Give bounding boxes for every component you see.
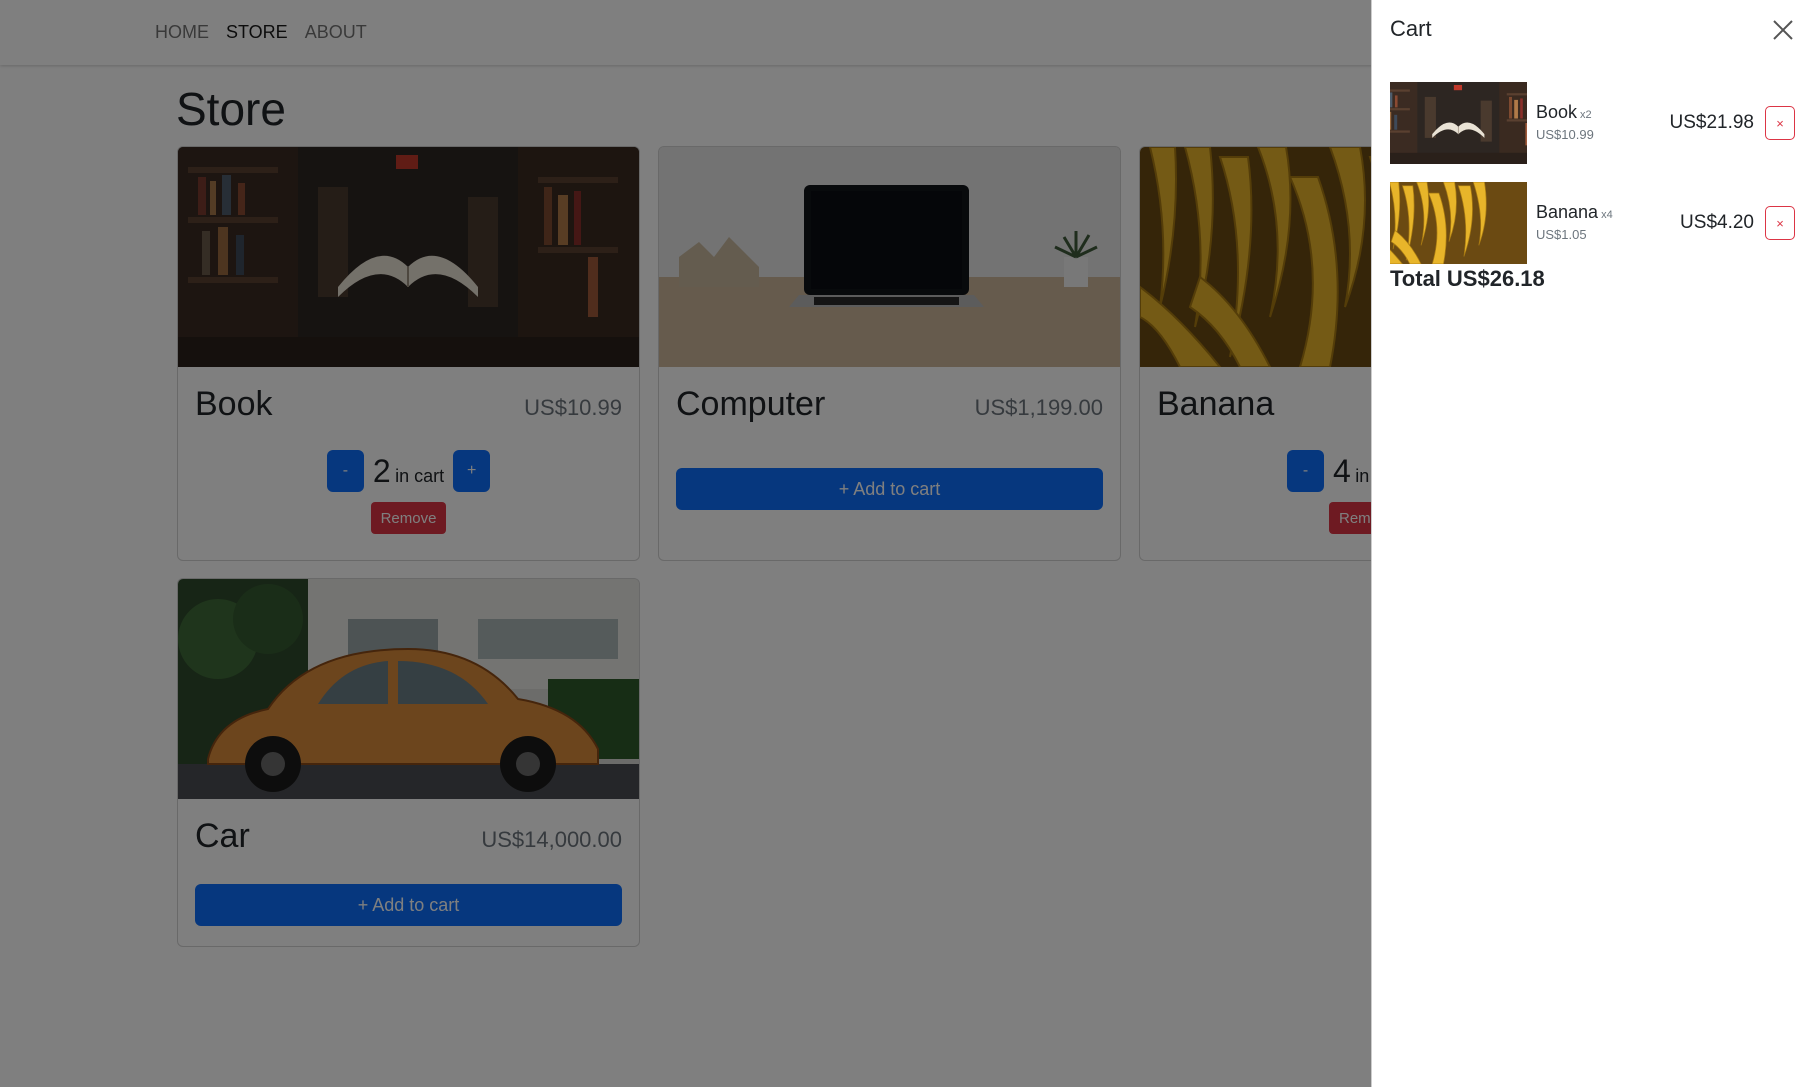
cart-item-unit-price: US$1.05 <box>1536 227 1587 242</box>
cart-total-label: Total <box>1390 266 1441 291</box>
close-icon <box>1771 18 1795 42</box>
cart-total-value: US$26.18 <box>1446 266 1545 291</box>
cart-item-remove-button[interactable]: × <box>1765 206 1795 240</box>
cart-item-book: Book x2 US$10.99 US$21.98 × <box>1390 82 1795 164</box>
cart-item-quantity: x4 <box>1601 209 1613 221</box>
cart-panel: Cart Book x2 US$10.99 US$21.98 × Banana x4… <box>1371 0 1805 1087</box>
close-button[interactable] <box>1771 18 1795 42</box>
cart-item-banana: Banana x4 US$1.05 US$4.20 × <box>1390 182 1795 264</box>
cart-item-total: US$4.20 <box>1680 212 1754 233</box>
cart-item-image <box>1390 82 1527 164</box>
cart-item-remove-button[interactable]: × <box>1765 106 1795 140</box>
cart-item-total: US$21.98 <box>1669 112 1754 133</box>
cart-total: Total US$26.18 <box>1390 266 1545 292</box>
cart-item-name: Banana <box>1536 202 1599 222</box>
cart-item-unit-price: US$10.99 <box>1536 127 1594 142</box>
cart-item-quantity: x2 <box>1580 109 1592 121</box>
cart-item-image <box>1390 182 1527 264</box>
cart-title: Cart <box>1390 16 1432 41</box>
cart-item-name: Book <box>1536 102 1578 122</box>
